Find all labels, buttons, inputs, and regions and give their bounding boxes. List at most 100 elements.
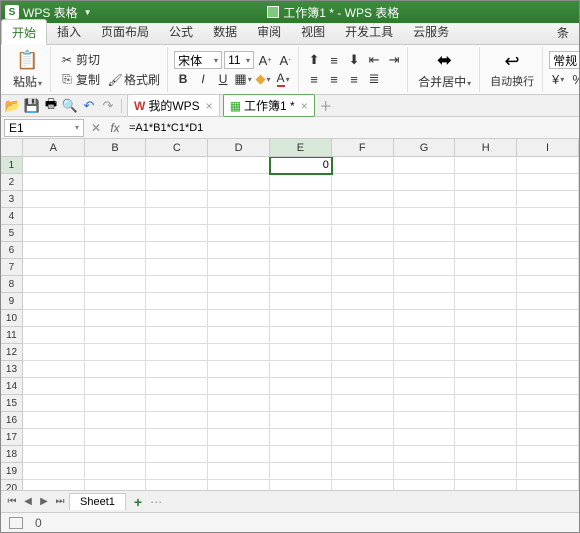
close-tab-icon[interactable]: × — [206, 99, 213, 113]
cell[interactable] — [23, 463, 85, 480]
cell[interactable] — [146, 208, 208, 225]
sheet-nav-next[interactable]: ▶ — [37, 495, 51, 509]
cell[interactable] — [332, 191, 394, 208]
cell[interactable] — [85, 361, 147, 378]
cell[interactable] — [23, 344, 85, 361]
cell[interactable] — [85, 242, 147, 259]
cell[interactable] — [23, 242, 85, 259]
cell[interactable] — [455, 310, 517, 327]
cell[interactable] — [517, 463, 579, 480]
cell[interactable] — [23, 157, 85, 174]
cell[interactable] — [332, 276, 394, 293]
sheet-menu-button[interactable]: ⋯ — [150, 495, 162, 509]
cell[interactable] — [146, 191, 208, 208]
cell[interactable] — [517, 327, 579, 344]
ribbon-tab-7[interactable]: 开发工具 — [335, 19, 403, 44]
cell[interactable] — [270, 242, 332, 259]
cell[interactable] — [146, 157, 208, 174]
cell[interactable] — [455, 480, 517, 490]
row-header[interactable]: 15 — [1, 395, 23, 412]
cell[interactable] — [23, 361, 85, 378]
font-color-button[interactable]: A▾ — [274, 70, 292, 88]
cell[interactable] — [270, 174, 332, 191]
print-icon[interactable]: 🖶 — [43, 98, 59, 114]
row-header[interactable]: 11 — [1, 327, 23, 344]
cell[interactable] — [517, 208, 579, 225]
redo-icon[interactable]: ↷ — [100, 98, 116, 114]
cell[interactable] — [270, 310, 332, 327]
cell[interactable] — [208, 429, 270, 446]
currency-button[interactable]: ¥▾ — [549, 70, 567, 88]
cell[interactable] — [146, 429, 208, 446]
cell[interactable] — [146, 276, 208, 293]
cell[interactable] — [208, 293, 270, 310]
cell[interactable] — [23, 480, 85, 490]
cell[interactable] — [208, 259, 270, 276]
cell[interactable] — [517, 480, 579, 490]
col-header[interactable]: C — [146, 139, 208, 157]
wrap-text-button[interactable]: ↩ 自动换行 — [486, 48, 538, 91]
row-header[interactable]: 12 — [1, 344, 23, 361]
cell[interactable] — [85, 191, 147, 208]
row-header[interactable]: 1 — [1, 157, 23, 174]
cell[interactable] — [85, 310, 147, 327]
cell[interactable] — [23, 174, 85, 191]
cell[interactable] — [394, 174, 456, 191]
font-size-select[interactable]: 11▾ — [224, 51, 254, 69]
cell[interactable] — [208, 378, 270, 395]
increase-font-button[interactable]: A+ — [256, 51, 274, 69]
cell[interactable] — [517, 276, 579, 293]
row-header[interactable]: 2 — [1, 174, 23, 191]
cell[interactable] — [455, 412, 517, 429]
col-header[interactable]: B — [85, 139, 147, 157]
cell[interactable] — [85, 225, 147, 242]
row-header[interactable]: 7 — [1, 259, 23, 276]
name-box[interactable]: E1▾ — [4, 119, 84, 137]
ribbon-tab-3[interactable]: 公式 — [159, 19, 203, 44]
align-justify-button[interactable]: ≣ — [365, 70, 383, 88]
cell[interactable] — [332, 378, 394, 395]
cut-button[interactable]: ✂剪切 — [57, 50, 163, 69]
cell[interactable] — [517, 378, 579, 395]
cell[interactable] — [208, 463, 270, 480]
percent-button[interactable]: % — [569, 70, 579, 88]
ribbon-tab-1[interactable]: 插入 — [47, 19, 91, 44]
cell[interactable] — [85, 378, 147, 395]
cell[interactable] — [23, 208, 85, 225]
cell[interactable] — [332, 480, 394, 490]
tab-mywps[interactable]: W 我的WPS × — [127, 94, 220, 117]
cell[interactable] — [332, 225, 394, 242]
cell[interactable] — [270, 446, 332, 463]
cell[interactable] — [85, 276, 147, 293]
cell[interactable]: 0 — [270, 157, 332, 174]
cell[interactable] — [23, 327, 85, 344]
cell[interactable] — [455, 344, 517, 361]
cell[interactable] — [270, 378, 332, 395]
cell[interactable] — [146, 344, 208, 361]
format-painter-button[interactable]: 🖌格式刷 — [105, 70, 163, 89]
cell[interactable] — [146, 412, 208, 429]
cell[interactable] — [208, 174, 270, 191]
cell[interactable] — [332, 293, 394, 310]
cell[interactable] — [85, 208, 147, 225]
cell[interactable] — [332, 463, 394, 480]
cell[interactable] — [517, 259, 579, 276]
cell[interactable] — [394, 327, 456, 344]
app-menu-dropdown[interactable]: ▼ — [84, 8, 92, 17]
cell[interactable] — [394, 446, 456, 463]
cell[interactable] — [146, 395, 208, 412]
cell[interactable] — [208, 276, 270, 293]
cell[interactable] — [455, 242, 517, 259]
cell[interactable] — [517, 174, 579, 191]
cell[interactable] — [85, 446, 147, 463]
formula-input[interactable] — [125, 119, 579, 137]
bold-button[interactable]: B — [174, 70, 192, 88]
row-header[interactable]: 4 — [1, 208, 23, 225]
cell[interactable] — [208, 191, 270, 208]
row-header[interactable]: 20 — [1, 480, 23, 490]
cell[interactable] — [23, 378, 85, 395]
cell[interactable] — [270, 395, 332, 412]
cell[interactable] — [332, 412, 394, 429]
cell[interactable] — [23, 429, 85, 446]
ribbon-tab-0[interactable]: 开始 — [1, 19, 47, 45]
